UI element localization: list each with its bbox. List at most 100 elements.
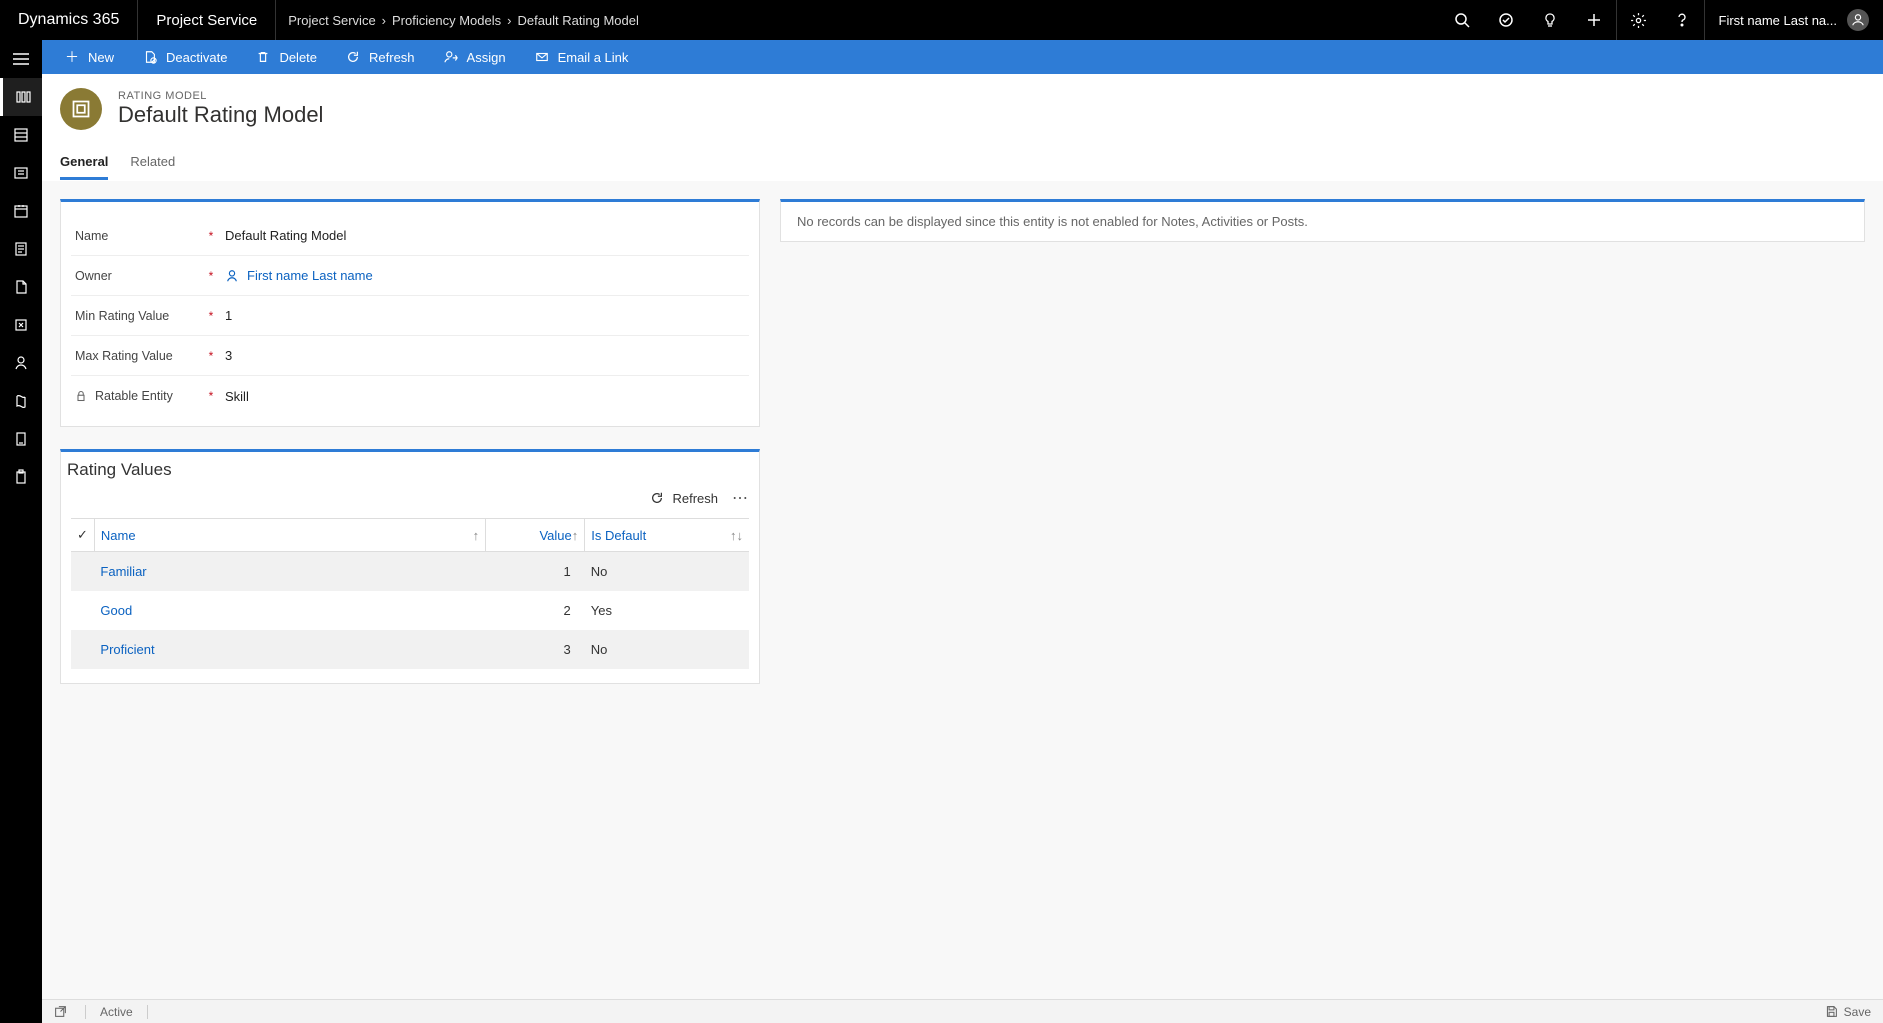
form-row-min: Min Rating Value * 1 (71, 296, 749, 336)
min-field[interactable]: 1 (221, 302, 749, 329)
required-icon: * (201, 349, 221, 363)
row-select[interactable] (71, 591, 94, 630)
col-label: Name (101, 528, 136, 543)
entity-label: RATING MODEL (118, 90, 323, 102)
col-value[interactable]: Value ↑ (486, 519, 585, 552)
delete-button[interactable]: Delete (243, 40, 329, 74)
col-label: Is Default (591, 528, 646, 543)
required-icon: * (201, 229, 221, 243)
cmd-label: Email a Link (558, 50, 629, 65)
top-bar: Dynamics 365 Project Service Project Ser… (0, 0, 1883, 40)
form-label: Name (71, 229, 201, 243)
username-label: First name Last na... (1719, 13, 1838, 28)
grid-refresh-button[interactable]: Refresh (650, 491, 718, 506)
footer-bar: Active Save (42, 999, 1883, 1023)
brand-label[interactable]: Dynamics 365 (0, 0, 138, 40)
deactivate-button[interactable]: Deactivate (130, 40, 239, 74)
topbar-right: First name Last na... (1440, 0, 1883, 40)
add-icon[interactable] (1572, 0, 1616, 40)
person-icon (225, 269, 239, 283)
settings-icon[interactable] (1616, 0, 1660, 40)
shell: ＋ New Deactivate Delete Refresh (0, 40, 1883, 1023)
status-label: Active (85, 1005, 133, 1019)
form-label-text: Ratable Entity (95, 389, 173, 403)
save-button[interactable]: Save (1825, 1005, 1871, 1019)
entity-icon (60, 88, 102, 130)
cmd-label: Assign (467, 50, 506, 65)
refresh-icon (650, 491, 664, 505)
table-row[interactable]: Proficient 3 No (71, 630, 749, 669)
left-column: Name * Default Rating Model Owner * (60, 199, 760, 981)
breadcrumb-item[interactable]: Proficiency Models (392, 13, 501, 28)
lock-icon (75, 390, 89, 402)
rating-values-table: ✓ Name ↑ Value ↑ Is Default↑↓ Familiar 1 (71, 518, 749, 669)
owner-field[interactable]: First name Last name (221, 262, 749, 289)
popout-icon[interactable] (54, 1005, 67, 1018)
chevron-right-icon: › (507, 13, 511, 28)
row-default-cell: No (585, 552, 749, 592)
select-all-header[interactable]: ✓ (71, 519, 94, 552)
hamburger-button[interactable] (0, 40, 42, 78)
chevron-right-icon: › (382, 13, 386, 28)
refresh-button[interactable]: Refresh (333, 40, 427, 74)
email-link-button[interactable]: Email a Link (522, 40, 641, 74)
rail-item-7[interactable] (0, 306, 42, 344)
lightbulb-icon[interactable] (1528, 0, 1572, 40)
rail-item-11[interactable] (0, 458, 42, 496)
tab-general[interactable]: General (60, 144, 108, 180)
new-button[interactable]: ＋ New (52, 40, 126, 74)
notes-empty-text: No records can be displayed since this e… (797, 214, 1308, 229)
row-name-cell[interactable]: Proficient (94, 630, 485, 669)
row-name-cell[interactable]: Good (94, 591, 485, 630)
task-flow-icon[interactable] (1484, 0, 1528, 40)
refresh-icon (345, 50, 361, 64)
name-field[interactable]: Default Rating Model (221, 222, 749, 249)
row-name-cell[interactable]: Familiar (94, 552, 485, 592)
breadcrumb-item[interactable]: Default Rating Model (517, 13, 638, 28)
table-row[interactable]: Familiar 1 No (71, 552, 749, 592)
tab-related[interactable]: Related (130, 144, 175, 180)
user-menu[interactable]: First name Last na... (1704, 0, 1883, 40)
table-row[interactable]: Good 2 Yes (71, 591, 749, 630)
form-card: Name * Default Rating Model Owner * (60, 199, 760, 427)
form-label: Owner (71, 269, 201, 283)
command-bar: ＋ New Deactivate Delete Refresh (42, 40, 1883, 74)
app-name-label[interactable]: Project Service (138, 0, 276, 40)
col-name[interactable]: Name ↑ (94, 519, 485, 552)
grid-title: Rating Values (61, 452, 759, 484)
help-icon[interactable] (1660, 0, 1704, 40)
search-icon[interactable] (1440, 0, 1484, 40)
rail-item-2[interactable] (0, 116, 42, 154)
form-row-owner: Owner * First name Last name (71, 256, 749, 296)
breadcrumb: Project Service › Proficiency Models › D… (276, 0, 651, 40)
content-area: ＋ New Deactivate Delete Refresh (42, 40, 1883, 1023)
rail-item-9[interactable] (0, 382, 42, 420)
page-header: RATING MODEL Default Rating Model (42, 74, 1883, 144)
row-value-cell: 3 (486, 630, 585, 669)
row-value-cell: 2 (486, 591, 585, 630)
cmd-label: Deactivate (166, 50, 227, 65)
rail-item-6[interactable] (0, 268, 42, 306)
sort-asc-icon: ↑ (473, 528, 480, 543)
rail-item-4[interactable] (0, 192, 42, 230)
body: Name * Default Rating Model Owner * (42, 181, 1883, 999)
row-select[interactable] (71, 552, 94, 592)
row-value-cell: 1 (486, 552, 585, 592)
grid-card: Rating Values Refresh ⋯ (60, 449, 760, 684)
rail-item-1[interactable] (0, 78, 42, 116)
breadcrumb-item[interactable]: Project Service (288, 13, 375, 28)
col-isdefault[interactable]: Is Default↑↓ (585, 519, 749, 552)
rail-item-3[interactable] (0, 154, 42, 192)
cmd-label: Delete (279, 50, 317, 65)
cmd-label: Refresh (369, 50, 415, 65)
right-column: No records can be displayed since this e… (780, 199, 1865, 981)
max-field[interactable]: 3 (221, 342, 749, 369)
rail-item-5[interactable] (0, 230, 42, 268)
email-icon (534, 50, 550, 64)
rail-item-8[interactable] (0, 344, 42, 382)
trash-icon (255, 50, 271, 64)
assign-button[interactable]: Assign (431, 40, 518, 74)
rail-item-10[interactable] (0, 420, 42, 458)
row-select[interactable] (71, 630, 94, 669)
grid-more-button[interactable]: ⋯ (732, 488, 749, 508)
